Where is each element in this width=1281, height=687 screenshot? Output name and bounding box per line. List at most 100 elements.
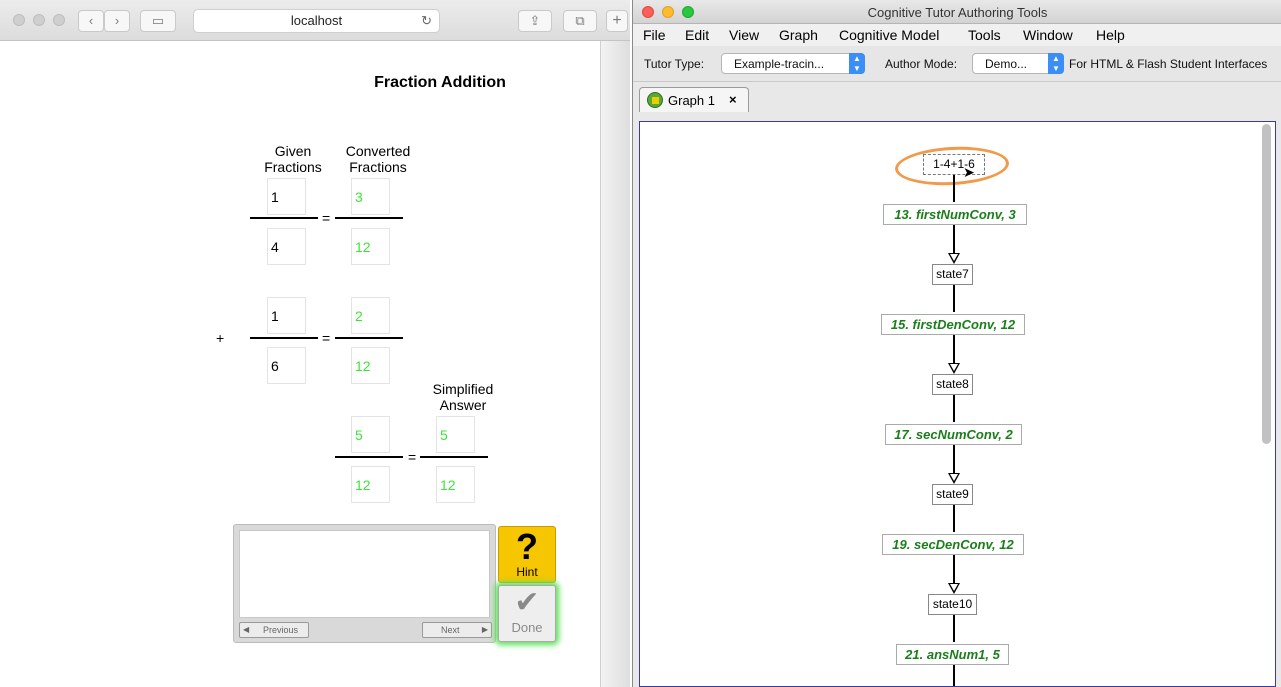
- tabs-icon: ⧉: [575, 13, 585, 28]
- tutor-type-label: Tutor Type:: [644, 57, 705, 71]
- arrow-down-icon: [948, 583, 960, 594]
- vertical-scrollbar[interactable]: [1262, 124, 1271, 444]
- back-button[interactable]: ‹: [78, 10, 104, 32]
- sum-denominator-field[interactable]: 12: [351, 466, 390, 503]
- hint-button[interactable]: ? Hint: [498, 526, 556, 583]
- given1-denominator-field[interactable]: 4: [267, 228, 306, 265]
- browser-window: ‹ › ▭ localhost ↻ ⇪ ⧉ + Fraction Additio…: [0, 0, 630, 687]
- done-label: Done: [511, 620, 543, 635]
- converted2-denominator-field[interactable]: 12: [351, 347, 390, 384]
- feedback-panel: ◀ Previous Next ▶: [233, 524, 496, 643]
- chevron-left-icon: ‹: [88, 13, 94, 28]
- converted1-numerator-field[interactable]: 3: [351, 178, 390, 215]
- menu-help[interactable]: Help: [1096, 27, 1125, 43]
- menu-cognitive-model[interactable]: Cognitive Model: [839, 27, 939, 43]
- behavior-graph-canvas[interactable]: 1-4+1-6 ➤ 13. firstNumConv, 3 state7 15.…: [639, 121, 1276, 687]
- updown-arrows-icon: ▲ ▼: [1048, 53, 1064, 74]
- share-icon: ⇪: [529, 13, 541, 28]
- window-title: Cognitive Tutor Authoring Tools: [867, 5, 1048, 20]
- simplified-denominator-field[interactable]: 12: [436, 466, 475, 503]
- state-node[interactable]: state8: [932, 374, 973, 395]
- edge-connector: [953, 285, 955, 312]
- menu-edit[interactable]: Edit: [685, 27, 709, 43]
- sidebar-button[interactable]: ▭: [140, 10, 176, 32]
- next-label: Next: [441, 625, 460, 635]
- edge-connector: [953, 335, 955, 363]
- edge-connector: [953, 395, 955, 422]
- edge-label[interactable]: 15. firstDenConv, 12: [881, 314, 1025, 335]
- converted-fractions-header: Converted Fractions: [345, 143, 411, 175]
- edge-label[interactable]: 13. firstNumConv, 3: [883, 204, 1027, 225]
- arrow-right-icon: ▶: [481, 625, 488, 634]
- edge-label[interactable]: 21. ansNum1, 5: [896, 644, 1009, 665]
- edge-connector: [953, 225, 955, 253]
- arrow-down-icon: [948, 363, 960, 374]
- equals-sign: =: [322, 210, 331, 226]
- simplified-answer-header: Simplified Answer: [432, 381, 494, 413]
- tab-graph-1[interactable]: Graph 1 ×: [639, 87, 749, 112]
- given1-numerator-field[interactable]: 1: [267, 178, 306, 215]
- edge-label[interactable]: 17. secNumConv, 2: [885, 424, 1022, 445]
- done-button[interactable]: ✔ Done: [498, 585, 556, 642]
- converted2-numerator-field[interactable]: 2: [351, 297, 390, 334]
- given2-numerator-field[interactable]: 1: [267, 297, 306, 334]
- author-mode-label: Author Mode:: [885, 57, 958, 71]
- tabs-overview-button[interactable]: ⧉: [563, 10, 597, 32]
- edge-connector: [953, 555, 955, 583]
- address-bar[interactable]: localhost ↻: [193, 9, 440, 33]
- interface-note: For HTML & Flash Student Interfaces: [1069, 57, 1268, 71]
- menu-graph[interactable]: Graph: [779, 27, 818, 43]
- menu-bar: File Edit View Graph Cognitive Model Too…: [633, 24, 1281, 46]
- state-node[interactable]: state9: [932, 484, 973, 505]
- menu-view[interactable]: View: [729, 27, 759, 43]
- hint-label: Hint: [516, 565, 538, 579]
- tab-label: Graph 1: [668, 93, 715, 108]
- fraction-bar: [420, 456, 488, 458]
- sum-numerator-field[interactable]: 5: [351, 416, 390, 453]
- menu-file[interactable]: File: [643, 27, 666, 43]
- edge-label[interactable]: 19. secDenConv, 12: [882, 534, 1024, 555]
- state-node[interactable]: state10: [928, 594, 977, 615]
- share-button[interactable]: ⇪: [518, 10, 552, 32]
- tutor-type-value: Example-tracin...: [734, 57, 825, 71]
- behavior-graph-icon: [647, 92, 663, 108]
- plus-icon: +: [612, 12, 622, 29]
- next-hint-button[interactable]: Next ▶: [422, 622, 492, 638]
- chevron-right-icon: ›: [114, 13, 120, 28]
- menu-window[interactable]: Window: [1023, 27, 1073, 43]
- page-title: Fraction Addition: [374, 74, 506, 91]
- question-mark-icon: ?: [516, 526, 538, 567]
- previous-hint-button[interactable]: ◀ Previous: [239, 622, 309, 638]
- close-tab-icon[interactable]: ×: [729, 92, 737, 107]
- window-close-button[interactable]: [13, 14, 25, 26]
- reload-icon[interactable]: ↻: [421, 10, 432, 32]
- start-state-node[interactable]: 1-4+1-6: [923, 154, 985, 175]
- forward-button[interactable]: ›: [104, 10, 130, 32]
- arrow-down-icon: [948, 473, 960, 484]
- given2-denominator-field[interactable]: 6: [267, 347, 306, 384]
- window-zoom-button[interactable]: [53, 14, 65, 26]
- previous-label: Previous: [263, 625, 299, 635]
- edge-connector: [953, 175, 955, 202]
- simplified-numerator-field[interactable]: 5: [436, 416, 475, 453]
- browser-toolbar: ‹ › ▭ localhost ↻ ⇪ ⧉ +: [0, 0, 630, 41]
- ctat-titlebar: Cognitive Tutor Authoring Tools: [633, 0, 1281, 24]
- state-node[interactable]: state7: [932, 264, 973, 285]
- url-text: localhost: [290, 13, 343, 28]
- checkmark-icon: ✔: [514, 586, 540, 619]
- sidebar-icon: ▭: [151, 13, 165, 28]
- arrow-left-icon: ◀: [243, 625, 250, 634]
- author-mode-select[interactable]: Demo... ▲ ▼: [972, 53, 1064, 74]
- converted1-denominator-field[interactable]: 12: [351, 228, 390, 265]
- menu-tools[interactable]: Tools: [968, 27, 1001, 43]
- ctat-toolbar: Tutor Type: Example-tracin... ▲ ▼ Author …: [633, 46, 1281, 82]
- edge-connector: [953, 445, 955, 473]
- fraction-bar: [335, 456, 403, 458]
- fraction-bar: [250, 217, 318, 219]
- new-tab-button[interactable]: +: [606, 10, 628, 32]
- fraction-bar: [335, 337, 403, 339]
- window-minimize-button[interactable]: [33, 14, 45, 26]
- ctat-window: Cognitive Tutor Authoring Tools File Edi…: [632, 0, 1281, 687]
- tutor-type-select[interactable]: Example-tracin... ▲ ▼: [721, 53, 865, 74]
- fraction-bar: [250, 337, 318, 339]
